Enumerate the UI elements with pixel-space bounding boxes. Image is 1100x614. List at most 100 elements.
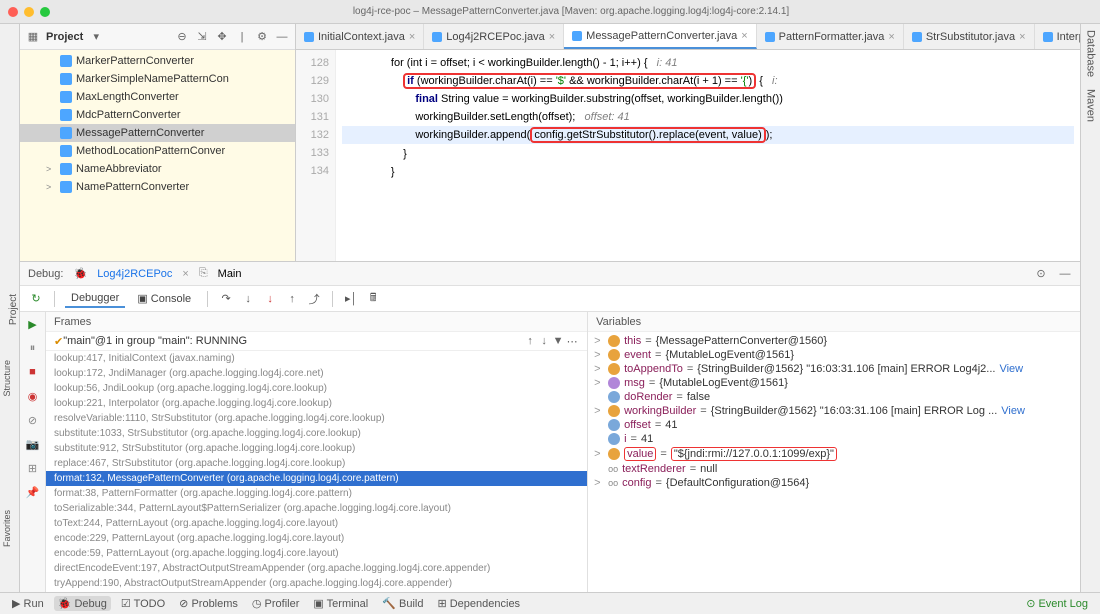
rerun-icon[interactable]: ↻ — [28, 291, 44, 307]
project-tool-button[interactable]: Project — [8, 294, 19, 325]
tree-item[interactable]: >NameAbbreviator — [20, 160, 295, 178]
tree-item[interactable]: MaxLengthConverter — [20, 88, 295, 106]
variable-row[interactable]: >value = "${jndi:rmi://127.0.0.1:1099/ex… — [588, 446, 1080, 462]
statusbar-button[interactable]: 🐞 Debug — [54, 596, 111, 611]
next-frame-icon[interactable]: ↓ — [537, 334, 551, 348]
stack-frame[interactable]: encode:229, PatternLayout (org.apache.lo… — [46, 531, 587, 546]
stack-frame[interactable]: lookup:56, JndiLookup (org.apache.loggin… — [46, 381, 587, 396]
step-out-icon[interactable]: ↑ — [284, 291, 300, 307]
project-label[interactable]: Project — [46, 31, 83, 43]
statusbar-button[interactable]: 🔨 Build — [378, 596, 427, 611]
gear-icon[interactable]: ⚙ — [255, 30, 269, 44]
close-icon[interactable] — [8, 7, 18, 17]
hide-debug-icon[interactable]: — — [1058, 267, 1072, 281]
main-thread-label[interactable]: Main — [218, 268, 242, 280]
force-step-into-icon[interactable]: ↓ — [262, 291, 278, 307]
stack-frame[interactable]: substitute:1033, StrSubstitutor (org.apa… — [46, 426, 587, 441]
filter-icon[interactable]: ▼ — [551, 334, 565, 348]
stack-frame[interactable]: format:38, PatternFormatter (org.apache.… — [46, 486, 587, 501]
stack-frame[interactable]: replace:467, StrSubstitutor (org.apache.… — [46, 456, 587, 471]
variables-list[interactable]: >this = {MessagePatternConverter@1560}>e… — [588, 332, 1080, 592]
close-icon[interactable]: × — [1019, 31, 1025, 43]
event-log-button[interactable]: ⊙ Event Log — [1022, 596, 1092, 611]
step-over-icon[interactable]: ↷ — [218, 291, 234, 307]
run-to-cursor-icon[interactable]: ▸│ — [343, 291, 359, 307]
variable-row[interactable]: >toAppendTo = {StringBuilder@1562} "16:0… — [588, 362, 1080, 376]
resume-icon[interactable]: ▶ — [25, 316, 41, 332]
stack-frame[interactable]: lookup:221, Interpolator (org.apache.log… — [46, 396, 587, 411]
structure-tool-button[interactable]: Structure — [2, 360, 12, 397]
stack-frame[interactable]: toSerializable:344, PatternLayout$Patter… — [46, 501, 587, 516]
maven-tool-button[interactable]: Maven — [1085, 89, 1097, 122]
editor-tab[interactable]: StrSubstitutor.java× — [904, 24, 1035, 49]
minimize-icon[interactable] — [24, 7, 34, 17]
camera-icon[interactable]: 📷 — [25, 436, 41, 452]
favorites-tool-button[interactable]: Favorites — [2, 510, 12, 547]
stack-frame[interactable]: toText:244, PatternLayout (org.apache.lo… — [46, 516, 587, 531]
mute-breakpoints-icon[interactable]: ⊘ — [25, 412, 41, 428]
expand-icon[interactable]: ⇲ — [195, 30, 209, 44]
step-into-icon[interactable]: ↓ — [240, 291, 256, 307]
layout-icon[interactable]: ⊞ — [25, 460, 41, 476]
console-tab[interactable]: ▣ Console — [131, 290, 197, 307]
pin-icon[interactable]: 📌 — [25, 484, 41, 500]
hide-icon[interactable]: — — [275, 30, 289, 44]
editor-tab[interactable]: MessagePatternConverter.java× — [564, 24, 756, 49]
statusbar-button[interactable]: ⊞ Dependencies — [433, 596, 524, 611]
variable-row[interactable]: ootextRenderer = null — [588, 462, 1080, 476]
stack-frame[interactable]: tryAppend:190, AbstractOutputStreamAppen… — [46, 576, 587, 591]
editor-tab[interactable]: PatternFormatter.java× — [757, 24, 904, 49]
variable-row[interactable]: i = 41 — [588, 432, 1080, 446]
statusbar-button[interactable]: ▣ Terminal — [309, 596, 372, 611]
close-icon[interactable]: × — [741, 30, 747, 42]
variable-row[interactable]: >event = {MutableLogEvent@1561} — [588, 348, 1080, 362]
close-icon[interactable]: × — [409, 31, 415, 43]
variable-row[interactable]: >workingBuilder = {StringBuilder@1562} "… — [588, 404, 1080, 418]
settings-icon[interactable]: ⊙ — [1034, 267, 1048, 281]
chevron-down-icon[interactable]: ▾ — [89, 30, 103, 44]
more-icon[interactable]: ⋯ — [565, 334, 579, 348]
stop-icon[interactable]: ■ — [25, 364, 41, 380]
stack-frame[interactable]: resolveVariable:1110, StrSubstitutor (or… — [46, 411, 587, 426]
close-icon[interactable]: × — [549, 31, 555, 43]
stack-frame[interactable]: substitute:912, StrSubstitutor (org.apac… — [46, 441, 587, 456]
pause-icon[interactable]: ⏸ — [25, 340, 41, 356]
statusbar-button[interactable]: ◷ Profiler — [248, 596, 304, 611]
collapse-icon[interactable]: ⊖ — [175, 30, 189, 44]
run-config-name[interactable]: Log4j2RCEPoc — [97, 268, 172, 280]
view-breakpoints-icon[interactable]: ◉ — [25, 388, 41, 404]
debugger-tab[interactable]: Debugger — [65, 290, 125, 308]
thread-name[interactable]: "main"@1 in group "main": RUNNING — [63, 335, 523, 347]
drop-frame-icon[interactable]: ⤴ — [306, 291, 322, 307]
tree-item[interactable]: MethodLocationPatternConver — [20, 142, 295, 160]
stack-frame[interactable]: format:132, MessagePatternConverter (org… — [46, 471, 587, 486]
tree-item[interactable]: MessagePatternConverter — [20, 124, 295, 142]
database-tool-button[interactable]: Database — [1085, 30, 1097, 77]
tree-item[interactable]: MdcPatternConverter — [20, 106, 295, 124]
variable-row[interactable]: offset = 41 — [588, 418, 1080, 432]
close-icon[interactable]: × — [888, 31, 894, 43]
stack-frame[interactable]: directEncodeEvent:197, AbstractOutputStr… — [46, 561, 587, 576]
statusbar-button[interactable]: ⊘ Problems — [175, 596, 242, 611]
project-tree[interactable]: MarkerPatternConverterMarkerSimpleNamePa… — [20, 50, 295, 261]
select-opened-icon[interactable]: ✥ — [215, 30, 229, 44]
tree-item[interactable]: MarkerPatternConverter — [20, 52, 295, 70]
editor-tab[interactable]: Log4j2RCEPoc.java× — [424, 24, 564, 49]
frames-list[interactable]: lookup:417, InitialContext (javax.naming… — [46, 351, 587, 592]
maximize-icon[interactable] — [40, 7, 50, 17]
statusbar-button[interactable]: ▶ Run — [8, 596, 48, 611]
stack-frame[interactable]: lookup:172, JndiManager (org.apache.logg… — [46, 366, 587, 381]
stack-frame[interactable]: lookup:417, InitialContext (javax.naming… — [46, 351, 587, 366]
variable-row[interactable]: doRender = false — [588, 390, 1080, 404]
editor-tab[interactable]: Interp...× — [1035, 24, 1080, 49]
code-view[interactable]: for (int i = offset; i < workingBuilder.… — [336, 50, 1080, 261]
close-tab-icon[interactable]: × — [182, 268, 188, 280]
statusbar-button[interactable]: ☑ TODO — [117, 596, 169, 611]
evaluate-icon[interactable]: 🖩 — [365, 291, 381, 307]
variable-row[interactable]: >ooconfig = {DefaultConfiguration@1564} — [588, 476, 1080, 490]
editor-tab[interactable]: InitialContext.java× — [296, 24, 424, 49]
stack-frame[interactable]: encode:59, PatternLayout (org.apache.log… — [46, 546, 587, 561]
prev-frame-icon[interactable]: ↑ — [523, 334, 537, 348]
tree-item[interactable]: MarkerSimpleNamePatternCon — [20, 70, 295, 88]
variable-row[interactable]: >this = {MessagePatternConverter@1560} — [588, 334, 1080, 348]
